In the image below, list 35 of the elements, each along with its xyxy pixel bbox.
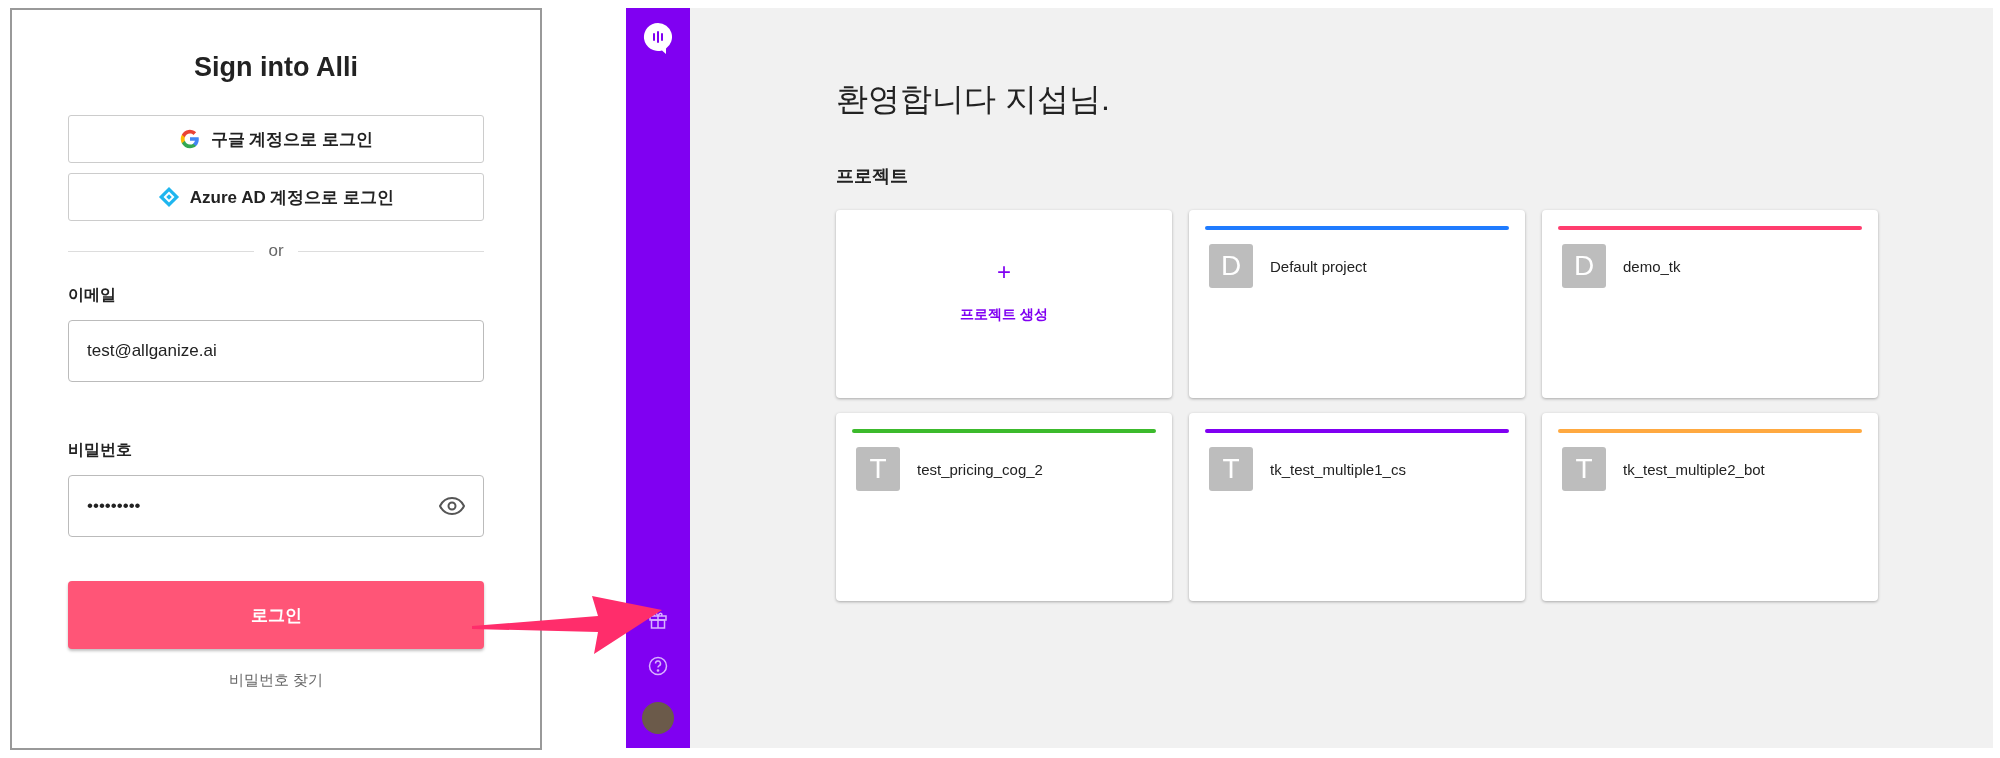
password-input-field[interactable]: ••••••••• xyxy=(68,475,484,537)
eye-icon[interactable] xyxy=(439,497,465,515)
section-heading: 프로젝트 xyxy=(836,165,909,188)
create-project-label: 프로젝트 생성 xyxy=(960,306,1048,324)
project-card[interactable]: T tk_test_multiple1_cs xyxy=(1189,413,1525,601)
project-initial-avatar: D xyxy=(1562,244,1606,288)
project-card[interactable]: D Default project xyxy=(1189,210,1525,398)
project-name: demo_tk xyxy=(1623,257,1681,275)
chat-bubble-logo-icon[interactable] xyxy=(643,22,673,54)
project-initial-avatar: D xyxy=(1209,244,1253,288)
project-name: Default project xyxy=(1270,257,1367,275)
project-card[interactable]: T tk_test_multiple2_bot xyxy=(1542,413,1878,601)
forgot-password-link[interactable]: 비밀번호 찾기 xyxy=(228,671,324,690)
or-divider-text: or xyxy=(268,241,284,261)
project-card[interactable]: D demo_tk xyxy=(1542,210,1878,398)
password-label: 비밀번호 xyxy=(68,440,132,460)
project-name: tk_test_multiple2_bot xyxy=(1623,460,1765,478)
project-initial-avatar: T xyxy=(1209,447,1253,491)
create-project-card[interactable]: + 프로젝트 생성 xyxy=(836,210,1172,398)
gift-icon[interactable] xyxy=(648,610,668,630)
project-initial-avatar: T xyxy=(856,447,900,491)
project-name: test_pricing_cog_2 xyxy=(917,460,1043,478)
sso-login-button[interactable]: Azure AD 계정으로 로그인 xyxy=(68,173,484,221)
project-name: tk_test_multiple1_cs xyxy=(1270,460,1406,478)
welcome-heading: 환영합니다 지섭님. xyxy=(836,80,1111,119)
help-icon[interactable] xyxy=(648,656,668,676)
project-initial-avatar: T xyxy=(1562,447,1606,491)
project-card[interactable]: T test_pricing_cog_2 xyxy=(836,413,1172,601)
email-input-field[interactable]: test@allganize.ai xyxy=(68,320,484,382)
sso-login-button[interactable]: 구글 계정으로 로그인 xyxy=(68,115,484,163)
plus-icon: + xyxy=(997,260,1011,284)
login-title: Sign into Alli xyxy=(194,52,358,83)
diamond-logo-icon xyxy=(157,186,180,208)
google-logo-icon xyxy=(178,128,201,150)
email-label: 이메일 xyxy=(68,285,116,305)
